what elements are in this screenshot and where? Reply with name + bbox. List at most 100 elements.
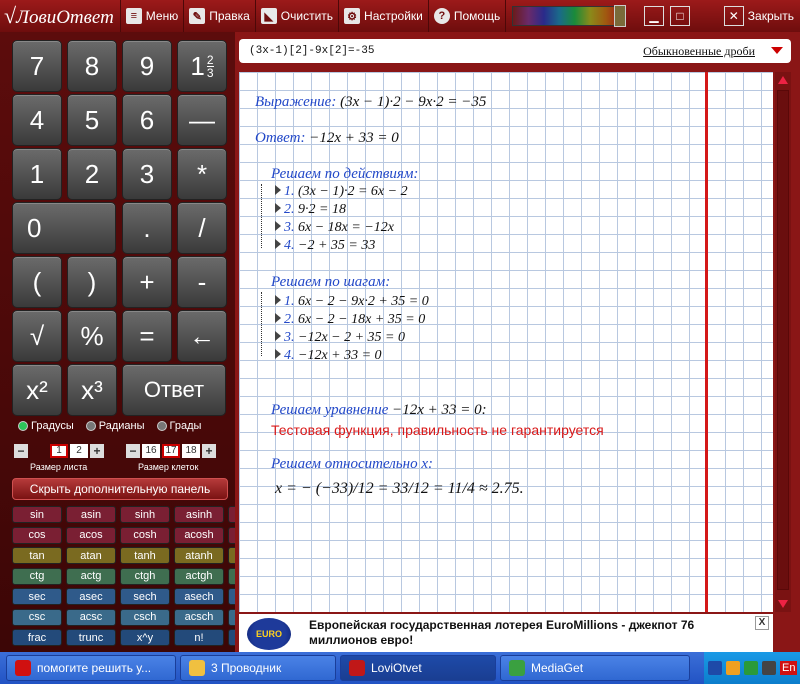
hide-panel-button[interactable]: Скрыть дополнительную панель xyxy=(12,478,228,500)
function-button-cosh[interactable]: cosh xyxy=(120,526,170,544)
action-step[interactable]: 4. −2 + 35 = 33 xyxy=(275,238,375,254)
key-square[interactable]: x² xyxy=(12,364,62,416)
function-button-ctgh[interactable]: ctgh xyxy=(120,567,170,585)
key-fraction-bar[interactable]: — xyxy=(177,94,227,146)
action-step[interactable]: 2. 9·2 = 18 xyxy=(275,202,346,218)
key-percent[interactable]: % xyxy=(67,310,117,362)
minimize-button[interactable]: ▁ xyxy=(644,6,664,26)
key-8[interactable]: 8 xyxy=(67,40,117,92)
key-0[interactable]: 0 xyxy=(12,202,116,254)
ad-banner[interactable]: EURO Европейская государственная лотерея… xyxy=(239,614,773,652)
tray-volume-icon[interactable] xyxy=(762,661,776,675)
sheet-size-increase[interactable]: + xyxy=(90,444,104,458)
cell-size-decrease[interactable]: − xyxy=(126,444,140,458)
key-sqrt[interactable]: √ xyxy=(12,310,62,362)
function-button-x_y[interactable]: x^y xyxy=(120,629,170,646)
function-button-n_[interactable]: n! xyxy=(174,629,224,646)
function-button-sech[interactable]: sech xyxy=(120,588,170,605)
function-button-acosh[interactable]: acosh xyxy=(174,526,224,544)
function-button-sin[interactable]: sin xyxy=(12,506,62,523)
key-cube[interactable]: x³ xyxy=(67,364,117,416)
function-button-trunc[interactable]: trunc xyxy=(66,629,116,646)
scroll-down-icon[interactable] xyxy=(778,600,788,608)
taskbar-item-explorer[interactable]: 3 Проводник xyxy=(180,655,336,681)
key-minus[interactable]: - xyxy=(177,256,227,308)
ad-close-button[interactable]: X xyxy=(755,616,769,630)
function-button-csch[interactable]: csch xyxy=(120,608,170,626)
close-button[interactable]: ✕ Закрыть xyxy=(723,0,794,32)
scroll-up-icon[interactable] xyxy=(778,76,788,84)
tray-pause-icon[interactable] xyxy=(726,661,740,675)
function-button-ctg[interactable]: ctg xyxy=(12,567,62,585)
function-button-acos[interactable]: acos xyxy=(66,526,116,544)
actions-heading[interactable]: Решаем по действиям: xyxy=(271,166,418,183)
solve-step[interactable]: 3. −12x − 2 + 35 = 0 xyxy=(275,330,405,346)
radio-grads[interactable]: Грады xyxy=(156,420,201,432)
cell-size-increase[interactable]: + xyxy=(202,444,216,458)
function-button-actgh[interactable]: actgh xyxy=(174,567,224,585)
function-button-frac[interactable]: frac xyxy=(12,629,62,646)
key-multiply[interactable]: * xyxy=(177,148,227,200)
solve-step[interactable]: 1. 6x − 2 − 9x·2 + 35 = 0 xyxy=(275,294,429,310)
language-indicator[interactable]: En xyxy=(780,661,798,675)
settings-button[interactable]: ⚙ Настройки xyxy=(339,0,429,32)
key-mixed-fraction[interactable]: 123 xyxy=(177,40,227,92)
solve-step[interactable]: 4. −12x + 33 = 0 xyxy=(275,348,382,364)
key-plus[interactable]: + xyxy=(122,256,172,308)
key-1[interactable]: 1 xyxy=(12,148,62,200)
function-button-cos[interactable]: cos xyxy=(12,526,62,544)
function-button-atanh[interactable]: atanh xyxy=(174,547,224,564)
key-right-paren[interactable]: ) xyxy=(67,256,117,308)
help-button[interactable]: ? Помощь xyxy=(429,0,507,32)
edit-button[interactable]: ✎ Правка xyxy=(184,0,256,32)
key-left-paren[interactable]: ( xyxy=(12,256,62,308)
key-5[interactable]: 5 xyxy=(67,94,117,146)
radio-degrees[interactable]: Градусы xyxy=(18,420,74,432)
color-slider-handle[interactable] xyxy=(614,5,627,27)
key-6[interactable]: 6 xyxy=(122,94,172,146)
taskbar-item-loviotvet[interactable]: LoviOtvet xyxy=(340,655,496,681)
taskbar-item-mediaget[interactable]: MediaGet xyxy=(500,655,690,681)
action-step[interactable]: 3. 6x − 18x = −12x xyxy=(275,220,394,236)
chevron-down-icon[interactable] xyxy=(771,47,783,54)
function-button-acsch[interactable]: acsch xyxy=(174,608,224,626)
key-backspace[interactable]: ← xyxy=(177,310,227,362)
maximize-button[interactable]: □ xyxy=(670,6,690,26)
function-button-asech[interactable]: asech xyxy=(174,588,224,605)
steps-heading[interactable]: Решаем по шагам: xyxy=(271,274,390,291)
key-divide[interactable]: / xyxy=(177,202,227,254)
key-2[interactable]: 2 xyxy=(67,148,117,200)
solve-step[interactable]: 2. 6x − 2 − 18x + 35 = 0 xyxy=(275,312,425,328)
key-dot[interactable]: . xyxy=(122,202,172,254)
function-button-acsc[interactable]: acsc xyxy=(66,608,116,626)
function-button-asin[interactable]: asin xyxy=(66,506,116,523)
key-4[interactable]: 4 xyxy=(12,94,62,146)
key-3[interactable]: 3 xyxy=(122,148,172,200)
action-step[interactable]: 1. (3x − 1)·2 = 6x − 2 xyxy=(275,184,408,200)
function-button-asinh[interactable]: asinh xyxy=(174,506,224,523)
function-button-tanh[interactable]: tanh xyxy=(120,547,170,564)
key-equals[interactable]: = xyxy=(122,310,172,362)
radio-radians[interactable]: Радианы xyxy=(85,420,145,432)
color-picker[interactable] xyxy=(512,6,623,26)
function-button-actg[interactable]: actg xyxy=(66,567,116,585)
scroll-thumb[interactable] xyxy=(777,90,789,590)
function-button-csc[interactable]: csc xyxy=(12,608,62,626)
sheet-size-decrease[interactable]: − xyxy=(14,444,28,458)
key-7[interactable]: 7 xyxy=(12,40,62,92)
function-button-sec[interactable]: sec xyxy=(12,588,62,605)
function-button-tan[interactable]: tan xyxy=(12,547,62,564)
answer-button[interactable]: Ответ xyxy=(122,364,226,416)
ad-text[interactable]: Европейская государственная лотерея Euro… xyxy=(309,618,709,648)
function-button-sinh[interactable]: sinh xyxy=(120,506,170,523)
clear-button[interactable]: ◣ Очистить xyxy=(256,0,340,32)
taskbar-item-opera[interactable]: помогите решить у... xyxy=(6,655,176,681)
tray-app-icon[interactable] xyxy=(708,661,722,675)
tray-download-icon[interactable] xyxy=(744,661,758,675)
function-button-asec[interactable]: asec xyxy=(66,588,116,605)
key-9[interactable]: 9 xyxy=(122,40,172,92)
expression-input[interactable]: (3x-1)[2]-9x[2]=-35 Обыкновенные дроби xyxy=(239,39,791,63)
function-button-atan[interactable]: atan xyxy=(66,547,116,564)
fraction-mode-select[interactable]: Обыкновенные дроби xyxy=(643,44,755,59)
sheet-scrollbar[interactable] xyxy=(775,72,791,612)
